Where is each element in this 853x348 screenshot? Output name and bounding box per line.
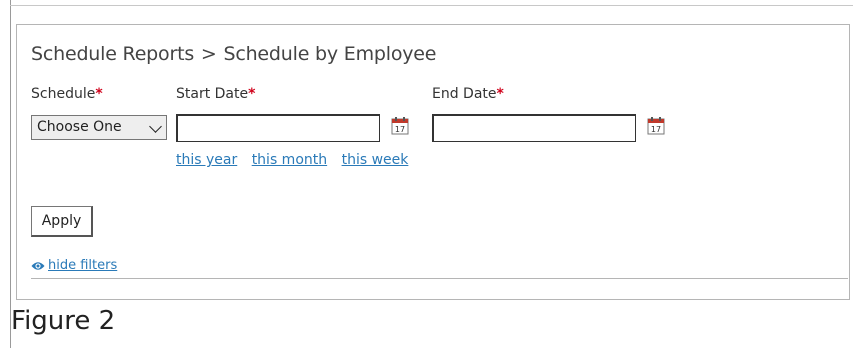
apply-button[interactable]: Apply	[31, 206, 93, 237]
breadcrumb-separator: >	[200, 43, 217, 65]
breadcrumb-current: Schedule by Employee	[223, 43, 437, 65]
page-frame-top	[10, 5, 853, 6]
end-date-label: End Date*	[432, 86, 504, 102]
schedule-label: Schedule*	[31, 86, 103, 102]
quick-range-links: this year this month this week	[176, 152, 418, 168]
breadcrumb-parent: Schedule Reports	[31, 43, 195, 65]
schedule-select[interactable]: Choose One	[31, 115, 167, 140]
svg-text:17: 17	[395, 125, 405, 134]
required-mark: *	[496, 86, 504, 102]
page-frame-left	[10, 0, 11, 348]
end-date-label-text: End Date	[432, 86, 497, 102]
start-date-label-text: Start Date	[176, 86, 249, 102]
figure-caption: Figure 2	[11, 306, 116, 336]
calendar-icon[interactable]: 17	[647, 116, 665, 135]
hide-filters-link[interactable]: hide filters	[31, 258, 117, 273]
start-date-input[interactable]	[176, 114, 380, 142]
start-date-label: Start Date*	[176, 86, 255, 102]
page-title: Schedule Reports > Schedule by Employee	[31, 43, 436, 65]
hide-filters-text: hide filters	[48, 258, 118, 273]
link-this-week[interactable]: this week	[342, 152, 409, 168]
schedule-select-value: Choose One	[37, 119, 122, 135]
svg-text:17: 17	[651, 125, 661, 134]
calendar-icon[interactable]: 17	[391, 116, 409, 135]
link-this-month[interactable]: this month	[252, 152, 327, 168]
schedule-label-text: Schedule	[31, 86, 96, 102]
required-mark: *	[95, 86, 103, 102]
divider	[31, 278, 848, 279]
filter-panel: Schedule Reports > Schedule by Employee …	[16, 24, 850, 300]
chevron-down-icon	[149, 120, 162, 133]
end-date-input[interactable]	[432, 114, 636, 142]
link-this-year[interactable]: this year	[176, 152, 237, 168]
required-mark: *	[248, 86, 256, 102]
eye-icon	[31, 262, 45, 270]
